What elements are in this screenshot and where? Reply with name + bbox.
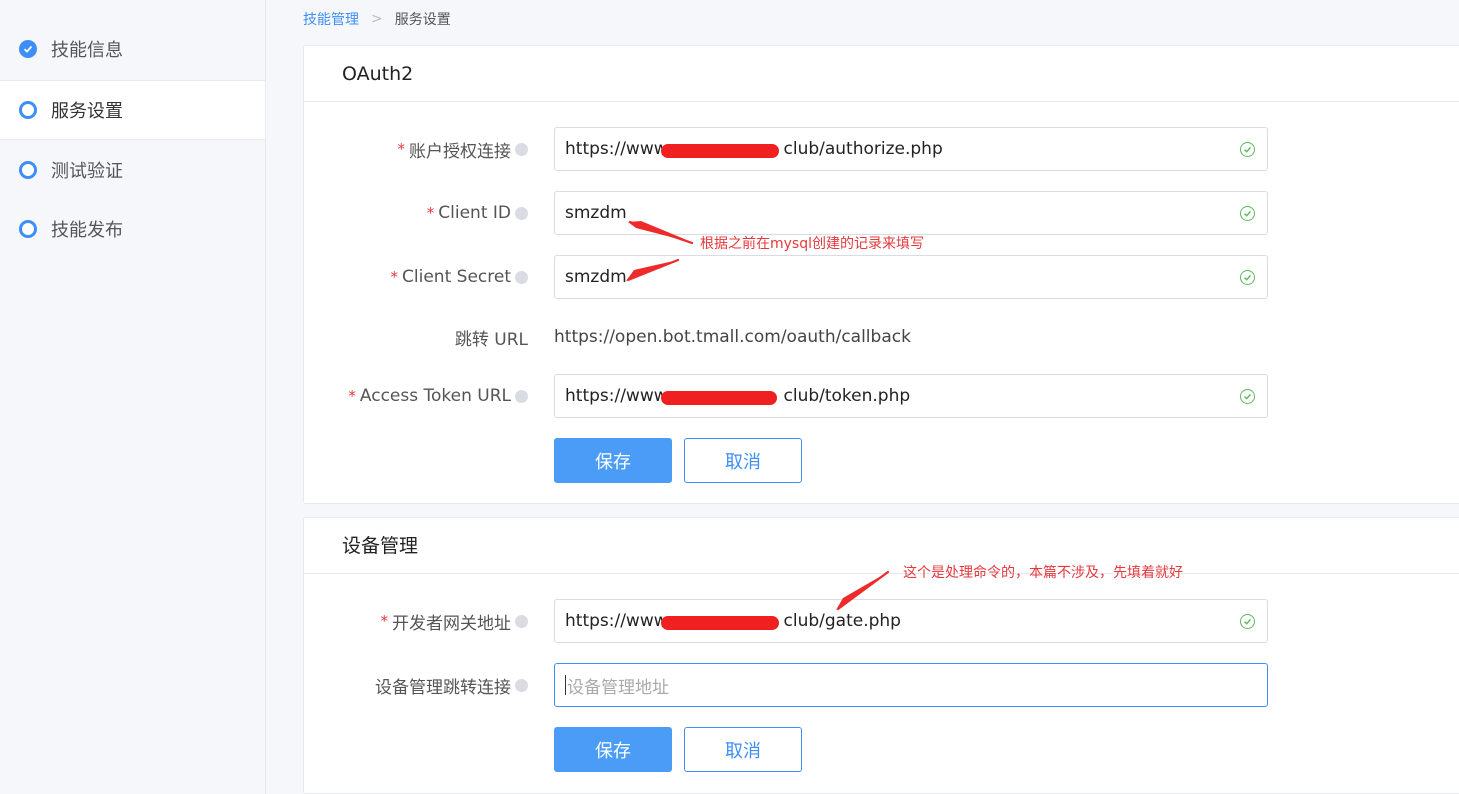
help-dot-icon[interactable] [515,270,528,284]
sidebar-item-skill-info[interactable]: 技能信息 [0,19,265,79]
help-dot-icon[interactable] [515,389,528,403]
redirect-url-row: 跳转 URL https://open.bot.tmall.com/oauth/… [304,315,1459,359]
required-mark: * [426,204,435,222]
oauth-card: OAuth2 * 账户授权连接 https://www. club/author… [303,45,1459,504]
device-redirect-row: 设备管理跳转连接 设备管理地址 [304,663,1459,707]
required-mark: * [390,268,399,286]
client-secret-label: Client Secret [402,267,511,287]
sidebar: 技能信息 服务设置 测试验证 技能发布 [0,0,266,794]
check-circle-icon [1240,614,1255,629]
breadcrumb: 技能管理 > 服务设置 [303,9,451,29]
redirect-url-label: 跳转 URL [454,329,528,350]
check-circle-icon [1240,389,1255,404]
breadcrumb-parent-link[interactable]: 技能管理 [303,9,359,29]
help-dot-icon[interactable] [515,142,528,156]
redirect-url-value: https://open.bot.tmall.com/oauth/callbac… [554,327,911,347]
text-caret [565,675,566,695]
ring-icon [19,161,37,179]
authorize-url-input[interactable]: https://www. club/authorize.php [554,127,1268,171]
check-circle-icon [1240,270,1255,285]
sidebar-item-label: 技能发布 [51,220,123,241]
sidebar-item-label: 服务设置 [51,101,123,122]
oauth-save-button[interactable]: 保存 [554,438,672,483]
sidebar-item-label: 技能信息 [51,40,123,61]
device-save-button[interactable]: 保存 [554,727,672,772]
required-mark: * [380,612,389,630]
client-secret-input[interactable]: smzdm [554,255,1268,299]
redaction-mark [661,391,777,405]
device-redirect-label: 设备管理跳转连接 [375,677,511,698]
token-row: * Access Token URL https://www. club/tok… [304,374,1459,418]
device-cancel-button[interactable]: 取消 [684,727,802,772]
client-secret-row: * Client Secret smzdm [304,255,1459,299]
help-dot-icon[interactable] [515,206,528,220]
check-circle-icon [1240,206,1255,221]
device-title: 设备管理 [304,518,1459,574]
token-label: Access Token URL [359,386,511,406]
help-dot-icon[interactable] [515,678,528,692]
gateway-label: 开发者网关地址 [392,613,511,634]
sidebar-item-service-settings[interactable]: 服务设置 [0,80,265,140]
oauth-cancel-button[interactable]: 取消 [684,438,802,483]
device-card: 设备管理 * 开发者网关地址 https://www. club/gate.ph… [303,517,1459,794]
check-circle-icon [19,40,37,58]
client-id-label: Client ID [438,203,511,223]
client-id-row: * Client ID smzdm [304,191,1459,235]
gateway-annotation-note: 这个是处理命令的，本篇不涉及，先填着就好 [903,565,1183,581]
device-redirect-input[interactable]: 设备管理地址 [554,663,1268,707]
required-mark: * [397,140,406,158]
device-redirect-placeholder: 设备管理地址 [567,677,669,698]
sidebar-item-test-verify[interactable]: 测试验证 [0,140,265,200]
ring-icon [19,101,37,119]
oauth-title: OAuth2 [304,46,1459,102]
authorize-label: 账户授权连接 [409,141,511,162]
client-id-input[interactable]: smzdm [554,191,1268,235]
redaction-mark [661,144,779,158]
sidebar-item-label: 测试验证 [51,161,123,182]
check-circle-icon [1240,142,1255,157]
authorize-row: * 账户授权连接 https://www. club/authorize.php [304,127,1459,171]
gateway-row: * 开发者网关地址 https://www. club/gate.php [304,599,1459,643]
breadcrumb-current: 服务设置 [394,12,451,28]
ring-icon [19,220,37,238]
client-annotation-note: 根据之前在mysql创建的记录来填写 [700,236,924,252]
help-dot-icon[interactable] [515,614,528,628]
chevron-right-icon: > [371,11,383,27]
redaction-mark [661,616,779,630]
access-token-url-input[interactable]: https://www. club/token.php [554,374,1268,418]
gateway-url-input[interactable]: https://www. club/gate.php [554,599,1268,643]
required-mark: * [348,387,356,405]
sidebar-item-skill-publish[interactable]: 技能发布 [0,199,265,259]
